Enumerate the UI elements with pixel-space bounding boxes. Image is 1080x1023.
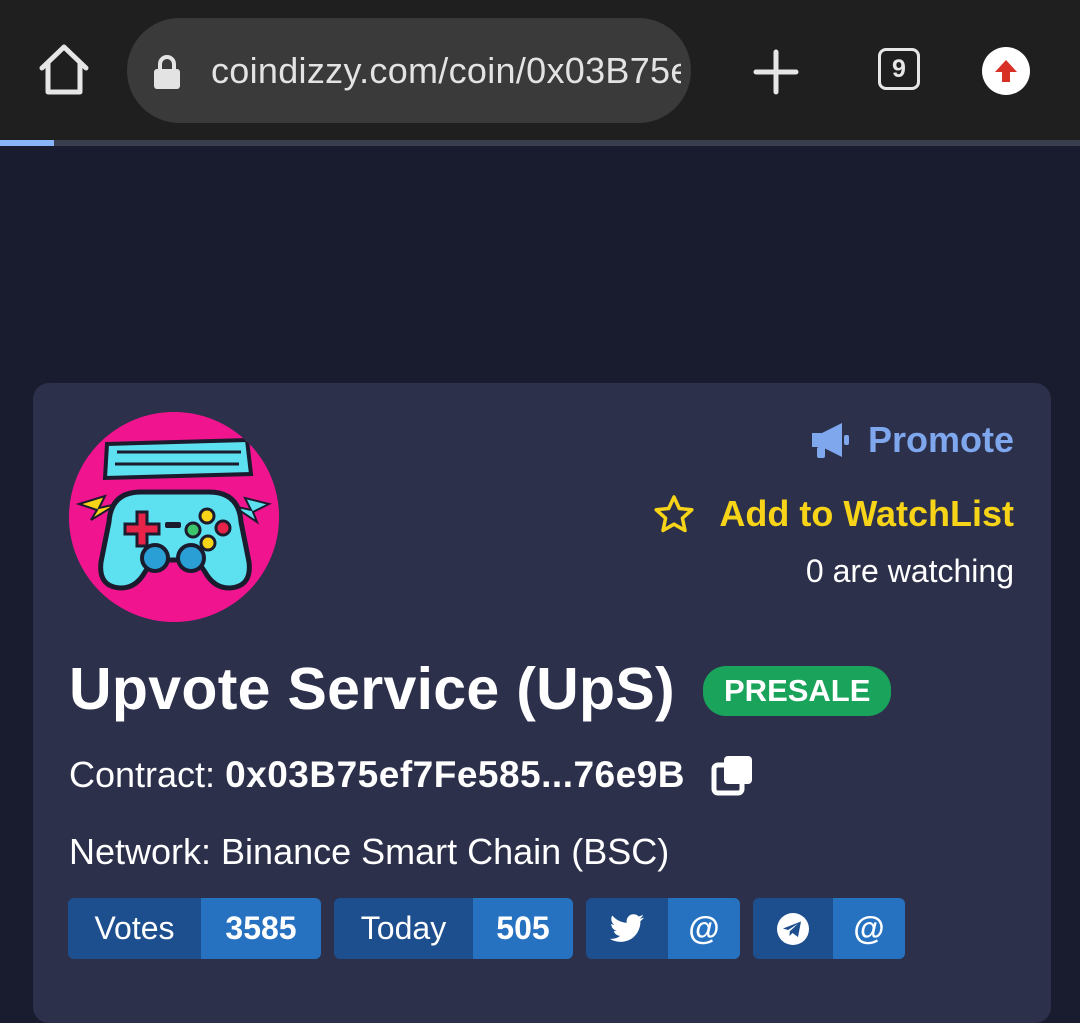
plus-icon — [753, 49, 799, 95]
contract-row: Contract: 0x03B75ef7Fe585...76e9B — [69, 753, 755, 797]
new-tab-button[interactable] — [752, 48, 800, 96]
stats-row: Votes 3585 Today 505 @ @ — [68, 898, 905, 959]
browser-toolbar: coindizzy.com/coin/0x03B75ef7Fe585 9 — [0, 0, 1080, 140]
coin-logo — [69, 412, 279, 622]
page-load-progress — [0, 140, 1080, 146]
coin-title-row: Upvote Service (UpS) PRESALE — [69, 655, 892, 723]
watching-count: 0 are watching — [805, 553, 1014, 589]
update-arrow-icon — [995, 60, 1017, 82]
network-info: Network: Binance Smart Chain (BSC) — [69, 831, 670, 872]
twitter-handle: @ — [668, 898, 740, 959]
telegram-handle: @ — [833, 898, 905, 959]
copy-icon[interactable] — [711, 753, 755, 797]
add-to-watchlist-button[interactable]: Add to WatchList — [653, 491, 1014, 537]
star-outline-icon — [654, 495, 694, 533]
today-value: 505 — [473, 898, 573, 959]
twitter-link[interactable]: @ — [586, 898, 740, 959]
address-bar[interactable]: coindizzy.com/coin/0x03B75ef7Fe585 — [127, 18, 691, 123]
home-icon — [39, 44, 89, 95]
votes-pill[interactable]: Votes 3585 — [68, 898, 321, 959]
coin-card: Promote Add to WatchList 0 are watching … — [33, 383, 1051, 1023]
megaphone-icon — [811, 423, 849, 458]
votes-label: Votes — [68, 898, 201, 959]
contract-address: 0x03B75ef7Fe585...76e9B — [225, 754, 686, 795]
coin-title: Upvote Service (UpS) — [69, 656, 675, 722]
tab-switcher-button[interactable]: 9 — [878, 48, 920, 90]
lock-icon — [154, 55, 180, 89]
promote-button[interactable]: Promote — [810, 417, 1014, 463]
home-button[interactable] — [36, 42, 92, 98]
today-votes-pill[interactable]: Today 505 — [334, 898, 573, 959]
url-text: coindizzy.com/coin/0x03B75ef7Fe585 — [211, 50, 681, 91]
telegram-icon-segment — [753, 898, 833, 959]
votes-value: 3585 — [201, 898, 321, 959]
twitter-icon-segment — [586, 898, 668, 959]
watchlist-label: Add to WatchList — [719, 493, 1014, 534]
contract-label: Contract: — [69, 754, 216, 795]
status-badge: PRESALE — [703, 666, 892, 716]
promote-label: Promote — [867, 419, 1014, 460]
twitter-bird-icon — [609, 913, 644, 942]
update-button[interactable] — [982, 47, 1030, 95]
telegram-link[interactable]: @ — [753, 898, 905, 959]
gamepad-logo-icon — [69, 412, 279, 622]
telegram-plane-icon — [777, 912, 809, 945]
page-load-progress-fill — [0, 140, 54, 146]
today-label: Today — [334, 898, 473, 959]
